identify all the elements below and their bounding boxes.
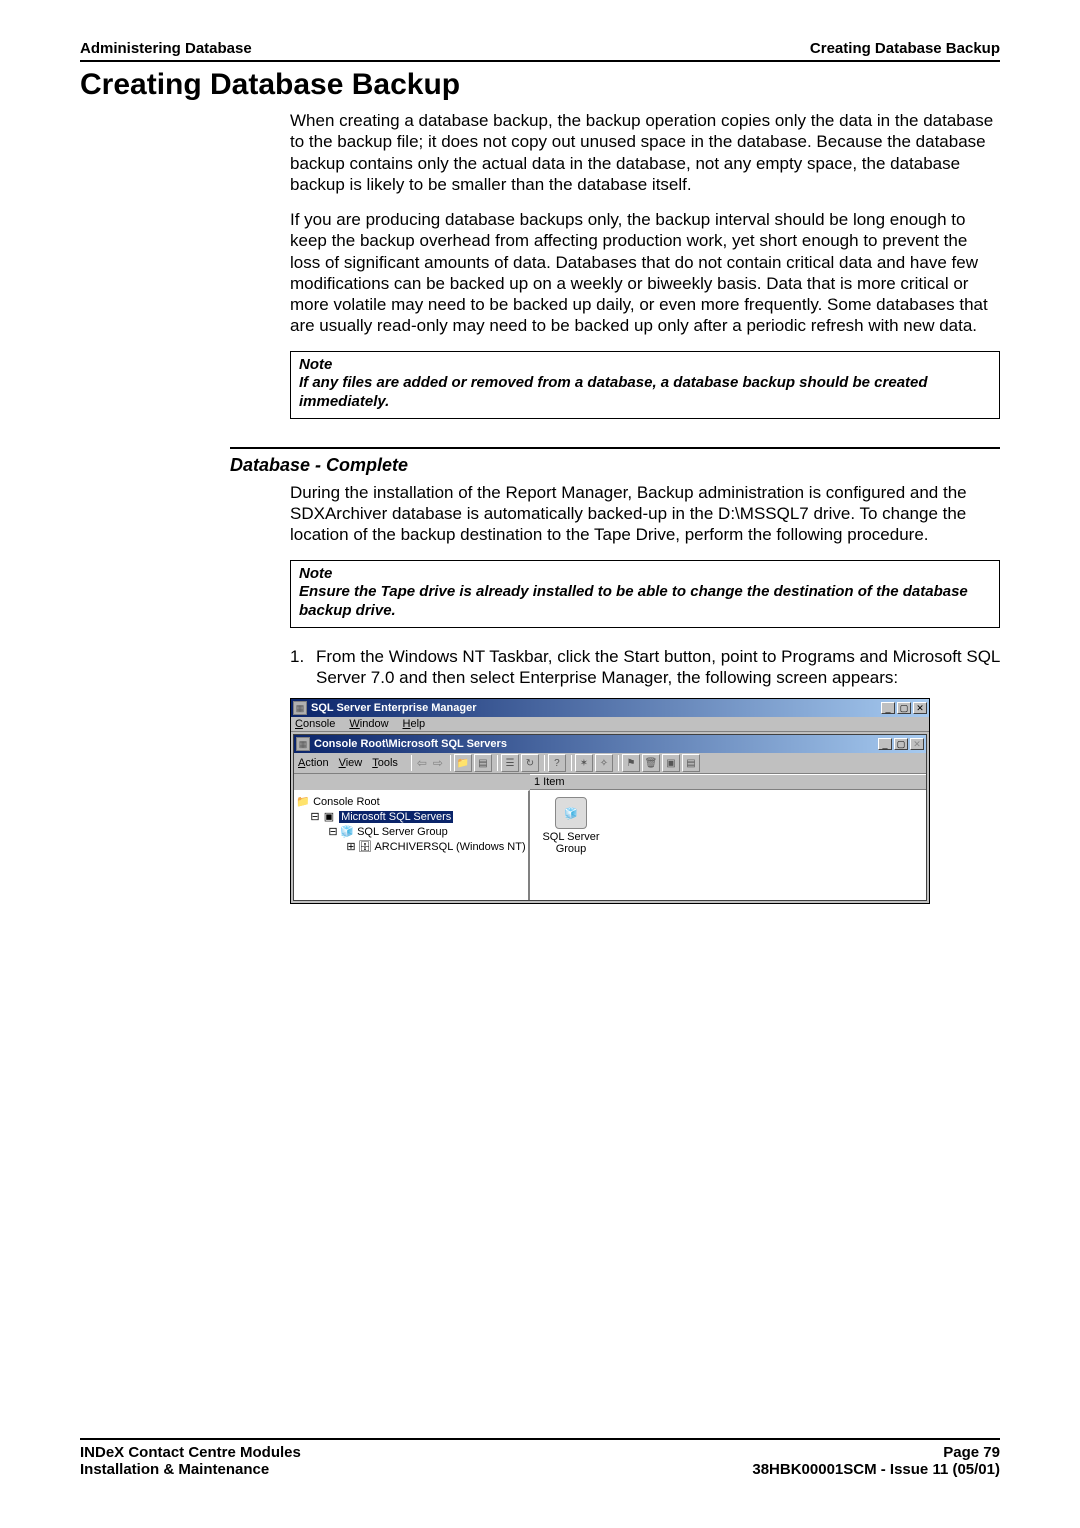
page-footer: INDeX Contact Centre Modules Installatio… xyxy=(80,1438,1000,1478)
tree-ms-sql-servers[interactable]: ⊟▣ Microsoft SQL Servers xyxy=(296,810,526,825)
group-icon: 🧊 xyxy=(340,825,354,840)
forward-button[interactable]: ⇨ xyxy=(431,754,445,772)
outer-menubar: CConsoleonsole Window Help xyxy=(291,717,929,732)
section-rule xyxy=(230,447,1000,449)
app-icon: ▦ xyxy=(293,701,307,715)
inner-minimize-button[interactable]: _ xyxy=(878,738,892,750)
note-2-body: Ensure the Tape drive is already install… xyxy=(299,583,991,621)
toolbar-sep-6 xyxy=(618,755,619,771)
intro-para-2: If you are producing database backups on… xyxy=(290,209,1000,337)
item-label-line1: SQL Server xyxy=(536,831,606,843)
plus-icon[interactable]: ⊞ xyxy=(344,840,358,855)
toolbar-sep-5 xyxy=(571,755,572,771)
step-1-text: From the Windows NT Taskbar, click the S… xyxy=(316,646,1000,689)
note-box-1: Note If any files are added or removed f… xyxy=(290,351,1000,419)
menu-window[interactable]: Window xyxy=(349,718,388,730)
enterprise-manager-screenshot: ▦ SQL Server Enterprise Manager _ ▢ ✕ CC… xyxy=(290,698,930,904)
toolbar-view[interactable]: View xyxy=(339,757,363,769)
menu-help[interactable]: Help xyxy=(403,718,426,730)
tree-pane[interactable]: 📁 Console Root ⊟▣ Microsoft SQL Servers … xyxy=(294,790,530,900)
outer-window-titlebar[interactable]: ▦ SQL Server Enterprise Manager _ ▢ ✕ xyxy=(291,699,929,717)
toolbar-sep-2 xyxy=(450,755,451,771)
maximize-button[interactable]: ▢ xyxy=(897,702,911,714)
wizard-button[interactable]: ✧ xyxy=(595,754,613,772)
header-right: Creating Database Backup xyxy=(810,40,1000,57)
tool-button-b[interactable]: ▤ xyxy=(682,754,700,772)
note-1-head: Note xyxy=(299,356,991,375)
tree-console-root[interactable]: 📁 Console Root xyxy=(296,795,526,810)
item-count-bar: 1 Item xyxy=(530,774,926,790)
inner-maximize-button[interactable]: ▢ xyxy=(894,738,908,750)
show-hide-tree-button[interactable]: ▤ xyxy=(474,754,492,772)
menu-console[interactable]: CConsoleonsole xyxy=(295,718,335,730)
minus-icon[interactable]: ⊟ xyxy=(308,810,322,825)
up-folder-button[interactable]: 📁 xyxy=(454,754,472,772)
split-panes: 📁 Console Root ⊟▣ Microsoft SQL Servers … xyxy=(294,790,926,900)
section-para-1: During the installation of the Report Ma… xyxy=(290,482,1000,546)
footer-left-1: INDeX Contact Centre Modules xyxy=(80,1444,301,1461)
outer-window-title: SQL Server Enterprise Manager xyxy=(311,702,881,714)
intro-para-1: When creating a database backup, the bac… xyxy=(290,110,1000,195)
inner-close-button[interactable]: ✕ xyxy=(910,738,924,750)
toolbar-sep-3 xyxy=(497,755,498,771)
inner-toolbar: Action View Tools ⇦ ⇨ 📁 ▤ ☰ ↻ ? ✶ ✧ ⚑ 🗑 … xyxy=(294,753,926,774)
folder-icon: 📁 xyxy=(296,795,310,810)
tree-archiversql[interactable]: ⊞🗄 ARCHIVERSQL (Windows NT) xyxy=(296,840,526,855)
register-button[interactable]: ⚑ xyxy=(622,754,640,772)
tool-button-a[interactable]: ▣ xyxy=(662,754,680,772)
tree-sql-server-group[interactable]: ⊟🧊 SQL Server Group xyxy=(296,825,526,840)
server-icon: ▣ xyxy=(322,810,336,825)
toolbar-sep-4 xyxy=(544,755,545,771)
procedure-list: 1. From the Windows NT Taskbar, click th… xyxy=(290,646,1000,689)
footer-left-2: Installation & Maintenance xyxy=(80,1461,301,1478)
back-button[interactable]: ⇦ xyxy=(415,754,429,772)
refresh-button[interactable]: ↻ xyxy=(521,754,539,772)
item-label-line2: Group xyxy=(536,843,606,855)
inner-window-titlebar[interactable]: ▦ Console Root\Microsoft SQL Servers _ ▢… xyxy=(294,735,926,753)
note-box-2: Note Ensure the Tape drive is already in… xyxy=(290,560,1000,628)
help-button[interactable]: ? xyxy=(548,754,566,772)
minus-icon[interactable]: ⊟ xyxy=(326,825,340,840)
close-button[interactable]: ✕ xyxy=(913,702,927,714)
minimize-button[interactable]: _ xyxy=(881,702,895,714)
running-header: Administering Database Creating Database… xyxy=(80,40,1000,62)
page-title: Creating Database Backup xyxy=(80,68,1000,102)
footer-right-2: 38HBK00001SCM - Issue 11 (05/01) xyxy=(752,1461,1000,1478)
toolbar-action[interactable]: Action xyxy=(298,757,329,769)
new-button[interactable]: ✶ xyxy=(575,754,593,772)
step-1-number: 1. xyxy=(290,646,316,689)
properties-button[interactable]: ☰ xyxy=(501,754,519,772)
inner-app-icon: ▦ xyxy=(296,737,310,751)
delete-button[interactable]: 🗑 xyxy=(642,754,660,772)
section-subheading: Database - Complete xyxy=(230,455,1000,476)
inner-window: ▦ Console Root\Microsoft SQL Servers _ ▢… xyxy=(293,734,927,901)
note-1-body: If any files are added or removed from a… xyxy=(299,374,991,412)
toolbar-tools[interactable]: Tools xyxy=(372,757,398,769)
step-1: 1. From the Windows NT Taskbar, click th… xyxy=(290,646,1000,689)
db-icon: 🗄 xyxy=(358,840,372,855)
content-pane[interactable]: 🧊 SQL Server Group xyxy=(530,790,926,900)
toolbar-sep xyxy=(411,755,412,771)
note-2-head: Note xyxy=(299,565,991,584)
server-group-icon: 🧊 xyxy=(555,797,587,829)
sql-server-group-item[interactable]: 🧊 SQL Server Group xyxy=(536,797,606,855)
header-left: Administering Database xyxy=(80,40,252,57)
inner-window-title: Console Root\Microsoft SQL Servers xyxy=(314,738,878,750)
footer-right-1: Page 79 xyxy=(752,1444,1000,1461)
